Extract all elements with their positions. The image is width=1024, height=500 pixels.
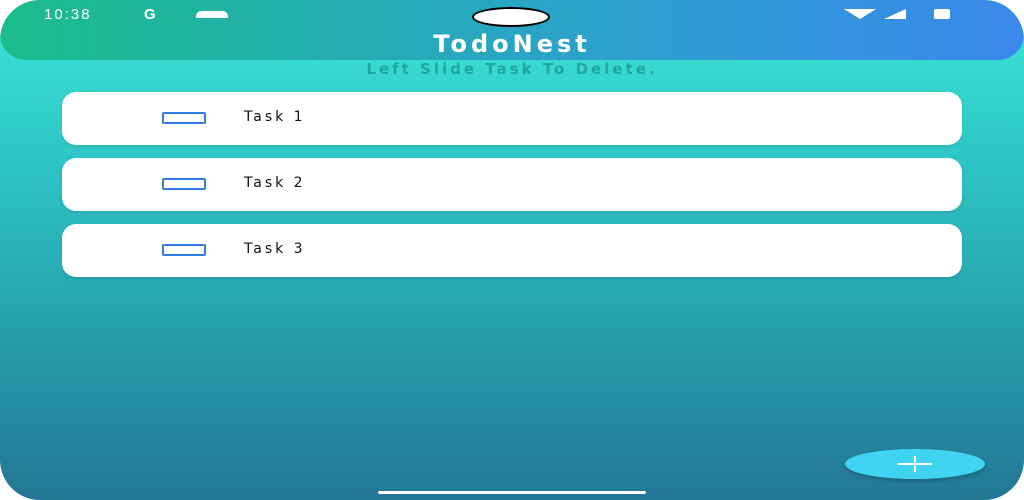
task-checkbox[interactable] — [162, 178, 206, 190]
app-title: TodoNest — [433, 30, 591, 58]
signal-icon — [884, 9, 906, 19]
home-indicator[interactable] — [378, 491, 646, 494]
cloud-icon — [196, 11, 228, 18]
google-notification-icon: G — [144, 6, 158, 23]
add-task-button[interactable] — [845, 449, 985, 479]
status-bar: 10:38 G — [0, 0, 1024, 30]
plus-icon — [845, 449, 985, 479]
task-checkbox[interactable] — [162, 244, 206, 256]
phone-screen: 10:38 G TodoNest Left Slide Task To Dele… — [0, 0, 1024, 500]
task-item[interactable]: Task 3 — [62, 224, 962, 277]
wifi-icon — [844, 9, 876, 19]
task-item[interactable]: Task 1 — [62, 92, 962, 145]
task-label: Task 1 — [244, 109, 306, 125]
delete-hint: Left Slide Task To Delete. — [366, 60, 658, 78]
battery-icon — [934, 9, 950, 19]
task-list: Task 1 Task 2 Task 3 — [62, 92, 962, 290]
front-camera — [472, 7, 550, 27]
app-bar: 10:38 G TodoNest — [0, 0, 1024, 60]
task-label: Task 3 — [244, 241, 306, 257]
status-time: 10:38 — [44, 6, 92, 23]
task-label: Task 2 — [244, 175, 306, 191]
task-item[interactable]: Task 2 — [62, 158, 962, 211]
task-checkbox[interactable] — [162, 112, 206, 124]
status-icons — [844, 9, 954, 21]
